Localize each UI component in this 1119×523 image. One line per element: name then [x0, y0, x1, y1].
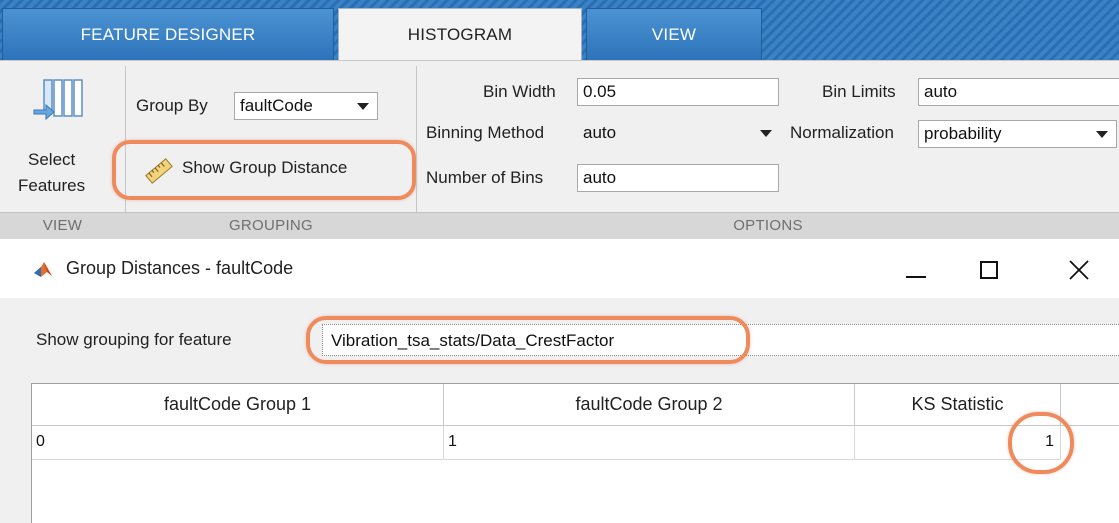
tab-feature-designer[interactable]: FEATURE DESIGNER: [2, 8, 334, 60]
binning-method-label: Binning Method: [426, 123, 545, 142]
section-label-options: OPTIONS: [733, 217, 803, 234]
binning-method-value: auto: [583, 123, 617, 142]
maximize-button[interactable]: [970, 255, 1010, 285]
close-button[interactable]: [1058, 255, 1098, 285]
section-label-view: VIEW: [42, 217, 83, 234]
section-label-grouping: GROUPING: [228, 217, 314, 234]
table-row[interactable]: 0 1 1: [32, 384, 1061, 460]
normalization-value: probability: [924, 124, 1002, 143]
close-icon: [1069, 260, 1089, 280]
table-cell[interactable]: 0: [32, 426, 444, 460]
group-by-label: Group By: [136, 96, 208, 115]
matlab-icon: [34, 262, 52, 277]
select-features-label-line2: Features: [18, 176, 86, 195]
chevron-down-icon: [760, 130, 772, 137]
bin-limits-field[interactable]: auto: [918, 78, 1119, 106]
select-features-icon: [33, 79, 83, 121]
section-label-bar: VIEW GROUPING OPTIONS: [0, 212, 1119, 239]
bin-width-label: Bin Width: [483, 82, 556, 101]
bin-limits-label: Bin Limits: [822, 82, 896, 101]
bin-width-field[interactable]: 0.05: [577, 78, 779, 106]
number-of-bins-label: Number of Bins: [426, 168, 544, 187]
minimize-button[interactable]: [896, 255, 936, 285]
binning-method-dropdown[interactable]: auto: [577, 119, 779, 147]
table-cell[interactable]: 1: [444, 426, 855, 460]
highlight-ring: [1008, 412, 1074, 474]
tab-view[interactable]: VIEW: [586, 8, 762, 60]
tab-histogram[interactable]: HISTOGRAM: [338, 8, 582, 60]
normalization-label: Normalization: [790, 123, 894, 142]
column-header-filler: [1061, 384, 1119, 426]
minimize-icon: [906, 276, 926, 278]
chevron-down-icon: [1096, 131, 1108, 138]
maximize-icon: [980, 261, 998, 279]
tab-bar: FEATURE DESIGNER HISTOGRAM VIEW: [0, 0, 1119, 60]
group-by-dropdown[interactable]: faultCode: [234, 92, 378, 120]
normalization-dropdown[interactable]: probability: [918, 120, 1117, 148]
group-by-value: faultCode: [240, 96, 313, 115]
highlight-ring: [112, 140, 416, 200]
feature-label: Show grouping for feature: [36, 330, 232, 349]
dialog-title-bar: Group Distances - faultCode: [0, 242, 1119, 298]
highlight-ring: [306, 316, 750, 364]
select-features-label-line1: Select: [28, 150, 76, 169]
dialog-title: Group Distances - faultCode: [66, 258, 294, 278]
toolstrip: FEATURE DESIGNER HISTOGRAM VIEW Select F…: [0, 0, 1119, 239]
chevron-down-icon: [357, 103, 369, 110]
number-of-bins-field[interactable]: auto: [577, 164, 779, 192]
select-features-button[interactable]: Select Features: [4, 68, 114, 208]
group-distance-table: faultCode Group 1 faultCode Group 2 KS S…: [31, 383, 1119, 523]
